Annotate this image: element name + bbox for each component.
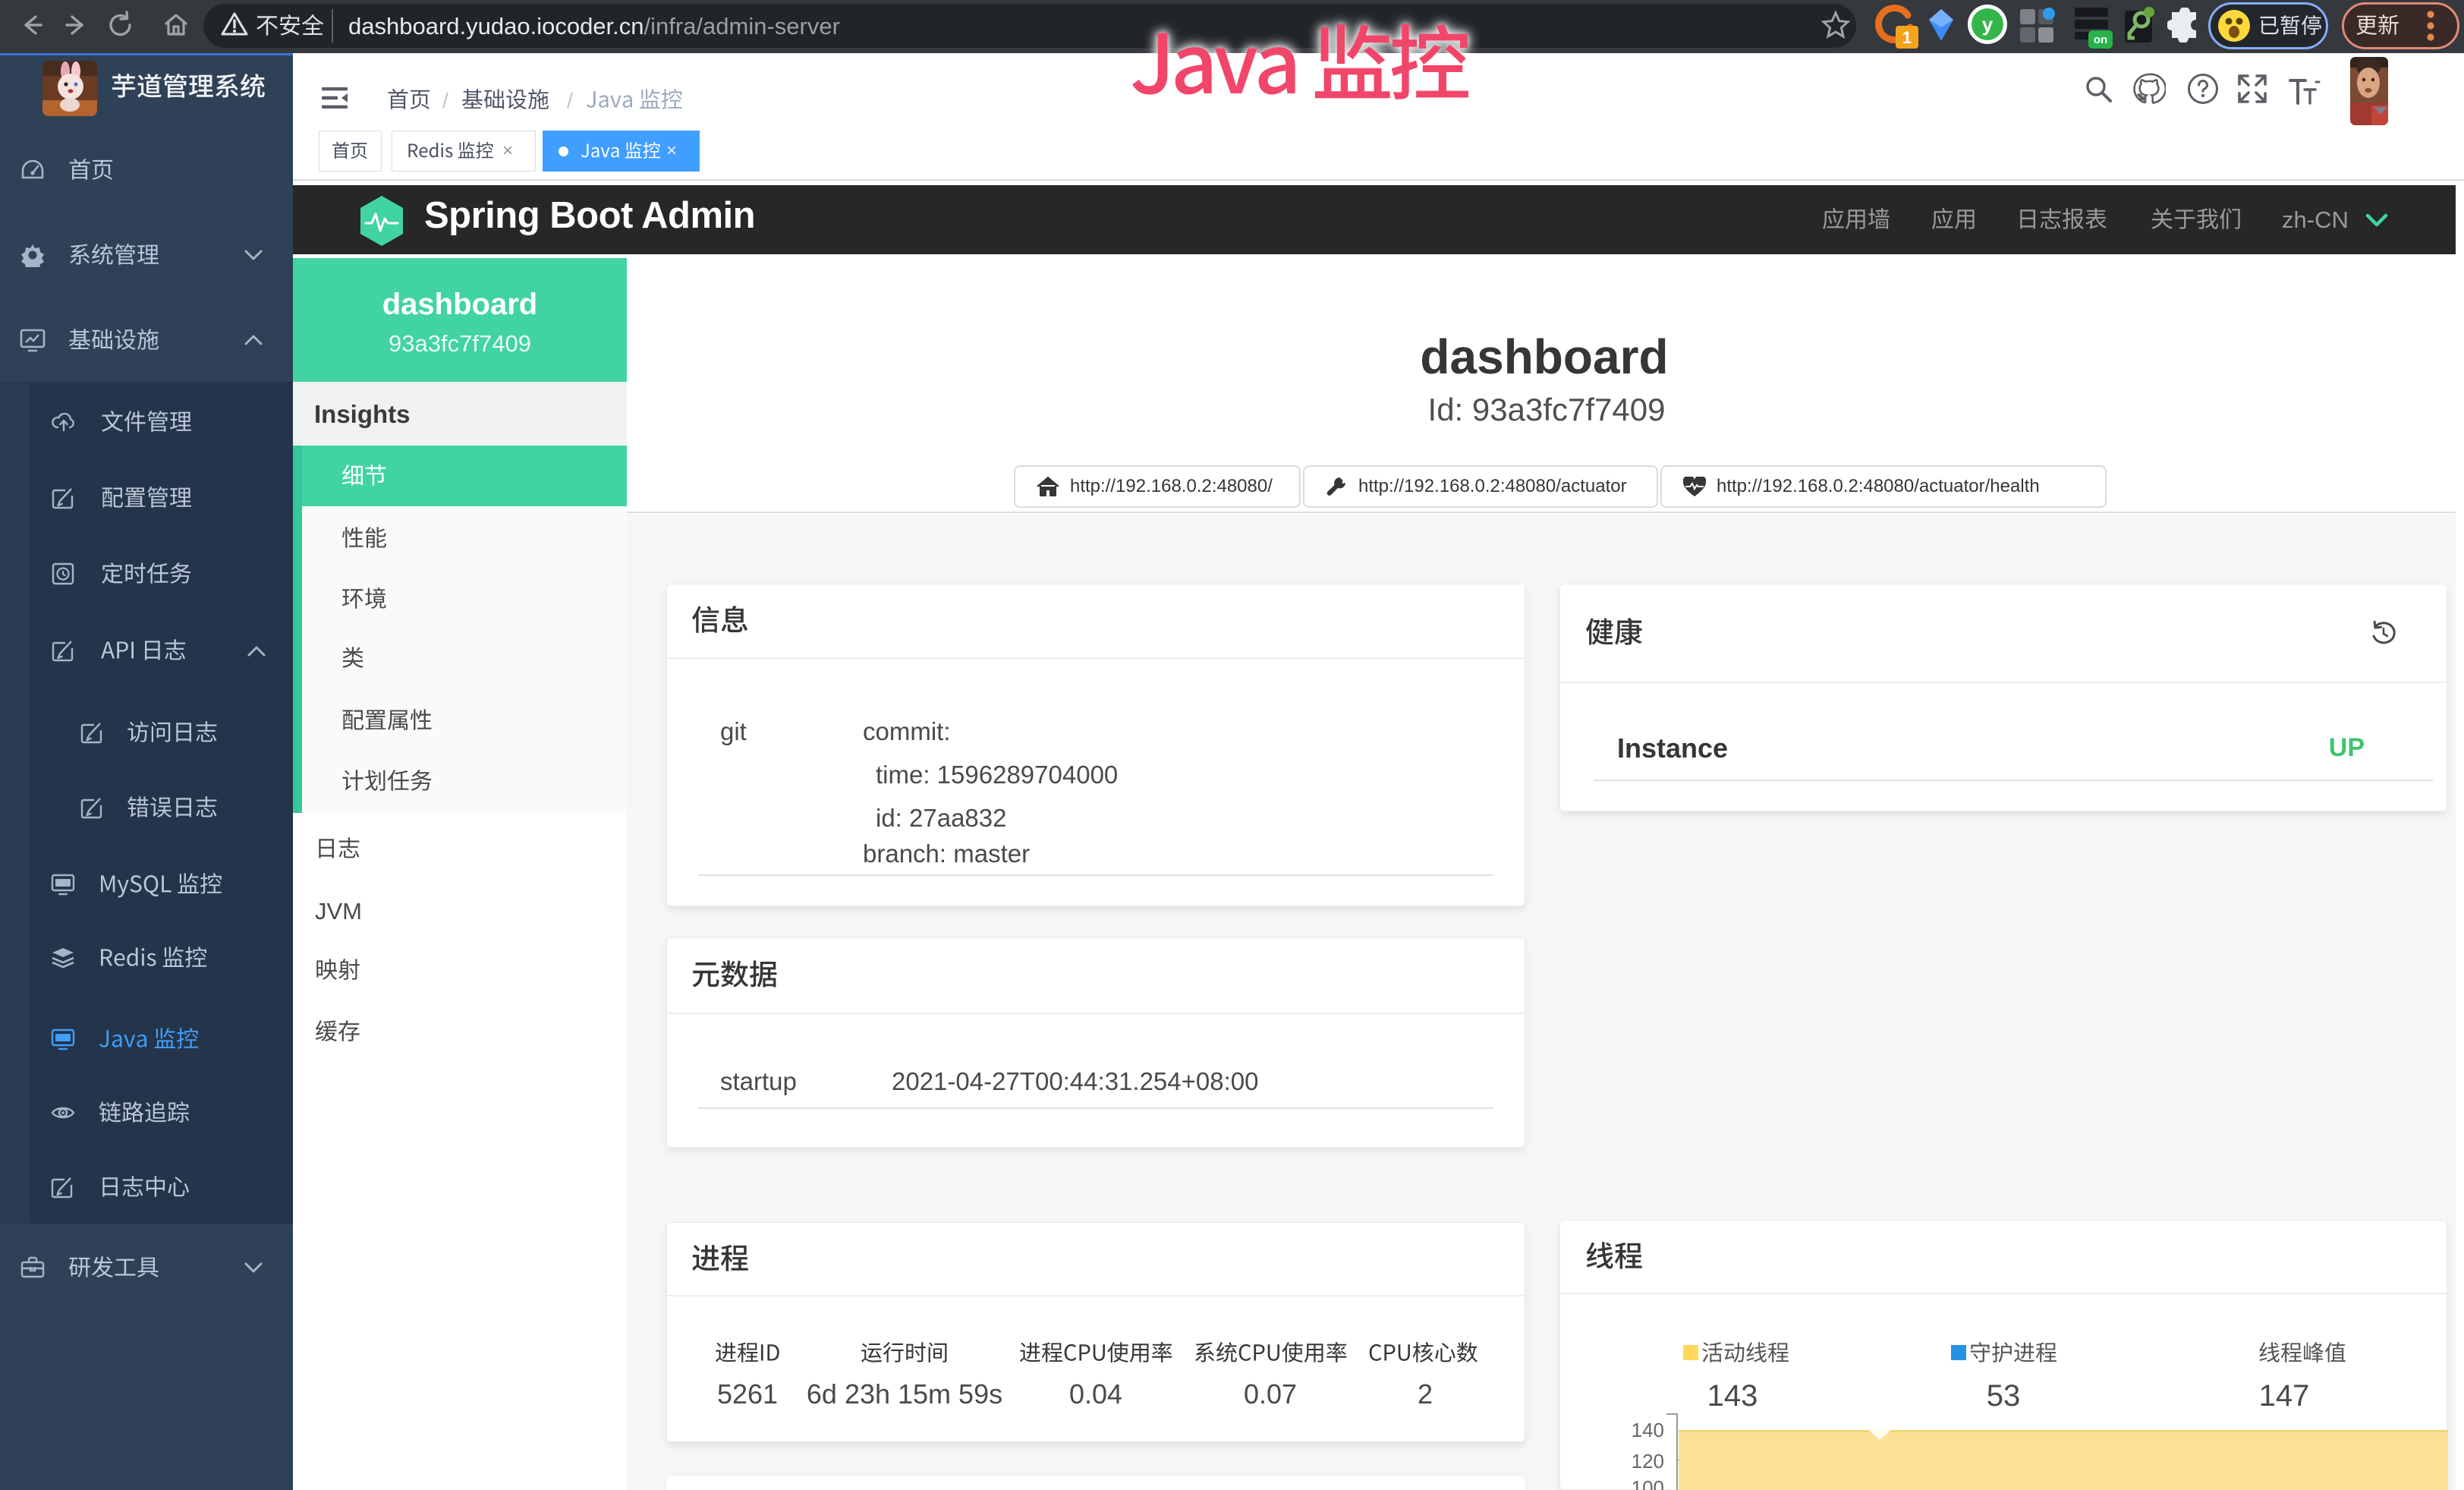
svg-text:y: y bbox=[1982, 13, 1994, 36]
svg-text:1: 1 bbox=[1902, 28, 1912, 47]
svg-text:on: on bbox=[2094, 33, 2107, 46]
